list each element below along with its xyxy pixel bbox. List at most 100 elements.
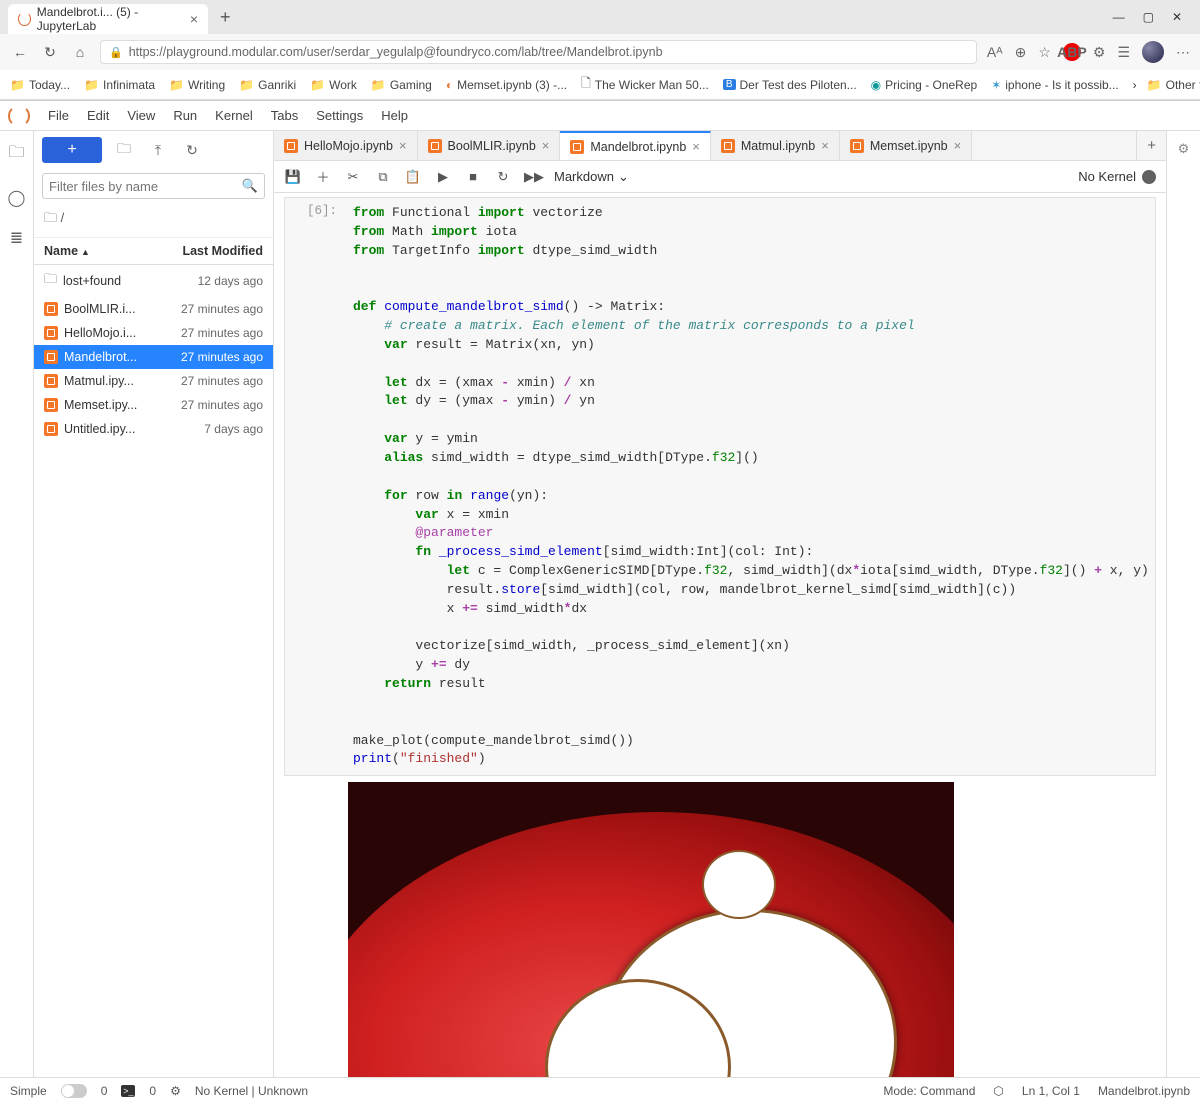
tab-close-icon[interactable]: ×: [954, 138, 962, 153]
trust-icon[interactable]: ⬡: [993, 1084, 1003, 1098]
tab-close-icon[interactable]: ×: [542, 138, 550, 153]
bookmark-item[interactable]: 📁Work: [310, 78, 357, 92]
document-tab[interactable]: BoolMLIR.ipynb×: [418, 131, 561, 160]
minimize-button[interactable]: —: [1113, 10, 1125, 24]
extension-icon[interactable]: ⚙: [1093, 44, 1106, 61]
add-cell-icon[interactable]: ＋: [314, 167, 332, 186]
bookmark-item[interactable]: ✶iphone - Is it possib...: [991, 78, 1118, 92]
maximize-button[interactable]: ▢: [1143, 10, 1154, 24]
stop-icon[interactable]: ■: [464, 169, 482, 184]
file-name: Matmul.ipy...: [44, 374, 134, 388]
bookmark-item[interactable]: ◉Pricing - OneRep: [871, 78, 978, 92]
document-tab[interactable]: HelloMojo.ipynb×: [274, 131, 418, 160]
more-icon[interactable]: ⋯: [1176, 44, 1190, 61]
address-bar[interactable]: 🔒 https://playground.modular.com/user/se…: [100, 40, 977, 64]
menu-file[interactable]: File: [48, 108, 69, 123]
new-tab-button[interactable]: +: [212, 3, 239, 32]
kernel-status[interactable]: No Kernel: [1078, 169, 1156, 184]
code-editor[interactable]: from Functional import vectorize from Ma…: [345, 198, 1155, 775]
filter-input[interactable]: [49, 179, 242, 194]
tab-label: Memset.ipynb: [870, 139, 948, 153]
file-row[interactable]: BoolMLIR.i...27 minutes ago: [34, 297, 273, 321]
copy-icon[interactable]: ⧉: [374, 169, 392, 185]
code-cell[interactable]: [6]: from Functional import vectorize fr…: [284, 197, 1156, 776]
file-row[interactable]: Memset.ipy...27 minutes ago: [34, 393, 273, 417]
upload-icon[interactable]: ⤒: [146, 142, 170, 159]
jupyter-body: 🗀 ◯ ≣ + 🗀 ⤒ ↻ 🔍 🗀 / Name▲ Last Modified …: [0, 131, 1200, 1077]
run-icon[interactable]: ▶: [434, 169, 452, 185]
folder-icon[interactable]: 🗀: [8, 141, 24, 168]
fast-forward-icon[interactable]: ▶▶: [524, 169, 542, 185]
tab-close-icon[interactable]: ×: [399, 138, 407, 153]
collections-icon[interactable]: ☰: [1117, 44, 1130, 61]
profile-avatar[interactable]: [1142, 41, 1164, 63]
favorite-icon[interactable]: ☆: [1038, 44, 1051, 61]
browser-tab[interactable]: Mandelbrot.i... (5) - JupyterLab ×: [8, 4, 208, 34]
folder-icon: 📁: [10, 78, 25, 92]
bookmark-item[interactable]: 📁Ganriki: [239, 78, 296, 92]
simple-toggle[interactable]: [61, 1084, 87, 1098]
bookmark-item[interactable]: BDer Test des Piloten...: [723, 78, 857, 92]
adblock-icon[interactable]: ABP: [1063, 43, 1081, 61]
menu-help[interactable]: Help: [381, 108, 408, 123]
bookmark-item[interactable]: 🗋The Wicker Man 50...: [581, 74, 709, 95]
menu-view[interactable]: View: [127, 108, 155, 123]
menu-run[interactable]: Run: [173, 108, 197, 123]
file-filter[interactable]: 🔍: [42, 173, 265, 199]
bookmark-item[interactable]: 📁Writing: [169, 78, 225, 92]
header-modified[interactable]: Last Modified: [182, 244, 263, 258]
cell-prompt: [6]:: [285, 198, 345, 775]
document-tab[interactable]: Matmul.ipynb×: [711, 131, 840, 160]
document-tabs: HelloMojo.ipynb×BoolMLIR.ipynb×Mandelbro…: [274, 131, 1166, 161]
jupyter-menubar: File Edit View Run Kernel Tabs Settings …: [0, 101, 1200, 131]
tab-close-icon[interactable]: ×: [692, 139, 700, 154]
tab-close-icon[interactable]: ×: [821, 138, 829, 153]
restart-icon[interactable]: ↻: [494, 169, 512, 185]
document-tab[interactable]: Mandelbrot.ipynb×: [560, 131, 711, 160]
terminal-icon[interactable]: >_: [121, 1085, 135, 1097]
home-button[interactable]: ⌂: [70, 44, 90, 60]
file-row[interactable]: Matmul.ipy...27 minutes ago: [34, 369, 273, 393]
back-button[interactable]: ←: [10, 44, 30, 60]
notebook-content[interactable]: [6]: from Functional import vectorize fr…: [274, 193, 1166, 1077]
notebook-area: HelloMojo.ipynb×BoolMLIR.ipynb×Mandelbro…: [274, 131, 1166, 1077]
breadcrumb[interactable]: 🗀 /: [34, 203, 273, 238]
add-tab-button[interactable]: +: [1136, 131, 1166, 160]
zoom-icon[interactable]: ⊕: [1015, 44, 1027, 61]
folder-icon: 📁: [169, 78, 184, 92]
bookmark-item[interactable]: 📁Gaming: [371, 78, 432, 92]
file-row[interactable]: HelloMojo.i...27 minutes ago: [34, 321, 273, 345]
file-row[interactable]: Mandelbrot...27 minutes ago: [34, 345, 273, 369]
new-launcher-button[interactable]: +: [42, 137, 102, 163]
menu-settings[interactable]: Settings: [316, 108, 363, 123]
overflow-icon[interactable]: ›: [1133, 78, 1137, 92]
file-browser-toolbar: + 🗀 ⤒ ↻: [34, 131, 273, 169]
close-button[interactable]: ✕: [1172, 10, 1182, 24]
tab-close-icon[interactable]: ×: [190, 12, 198, 26]
menu-kernel[interactable]: Kernel: [215, 108, 253, 123]
settings-icon[interactable]: ⚙: [170, 1084, 181, 1098]
header-name[interactable]: Name▲: [44, 244, 90, 258]
text-size-icon[interactable]: Aᴬ: [987, 44, 1003, 60]
toc-icon[interactable]: ≣: [10, 228, 23, 248]
menu-tabs[interactable]: Tabs: [271, 108, 298, 123]
file-row[interactable]: Untitled.ipy...7 days ago: [34, 417, 273, 441]
new-folder-icon[interactable]: 🗀: [112, 138, 136, 162]
refresh-icon[interactable]: ↻: [180, 142, 204, 159]
other-favorites[interactable]: 📁Other favorites: [1147, 78, 1200, 92]
paste-icon[interactable]: 📋: [404, 169, 422, 185]
menu-edit[interactable]: Edit: [87, 108, 109, 123]
bookmark-item[interactable]: ◐Memset.ipynb (3) -...: [446, 78, 567, 92]
settings-icon[interactable]: ⚙: [1178, 141, 1190, 157]
cell-type-select[interactable]: Markdown ⌄: [554, 169, 629, 185]
cursor-position: Ln 1, Col 1: [1022, 1084, 1080, 1098]
file-row[interactable]: 🗀lost+found12 days ago: [34, 265, 273, 297]
refresh-button[interactable]: ↻: [40, 44, 60, 61]
bookmark-item[interactable]: 📁Today...: [10, 78, 70, 92]
document-tab[interactable]: Memset.ipynb ×: [840, 131, 972, 160]
save-icon[interactable]: 💾: [284, 169, 302, 185]
bookmark-item[interactable]: 📁Infinimata: [84, 78, 155, 92]
cut-icon[interactable]: ✂: [344, 169, 362, 185]
running-icon[interactable]: ◯: [8, 188, 26, 208]
folder-icon: 📁: [239, 78, 254, 92]
